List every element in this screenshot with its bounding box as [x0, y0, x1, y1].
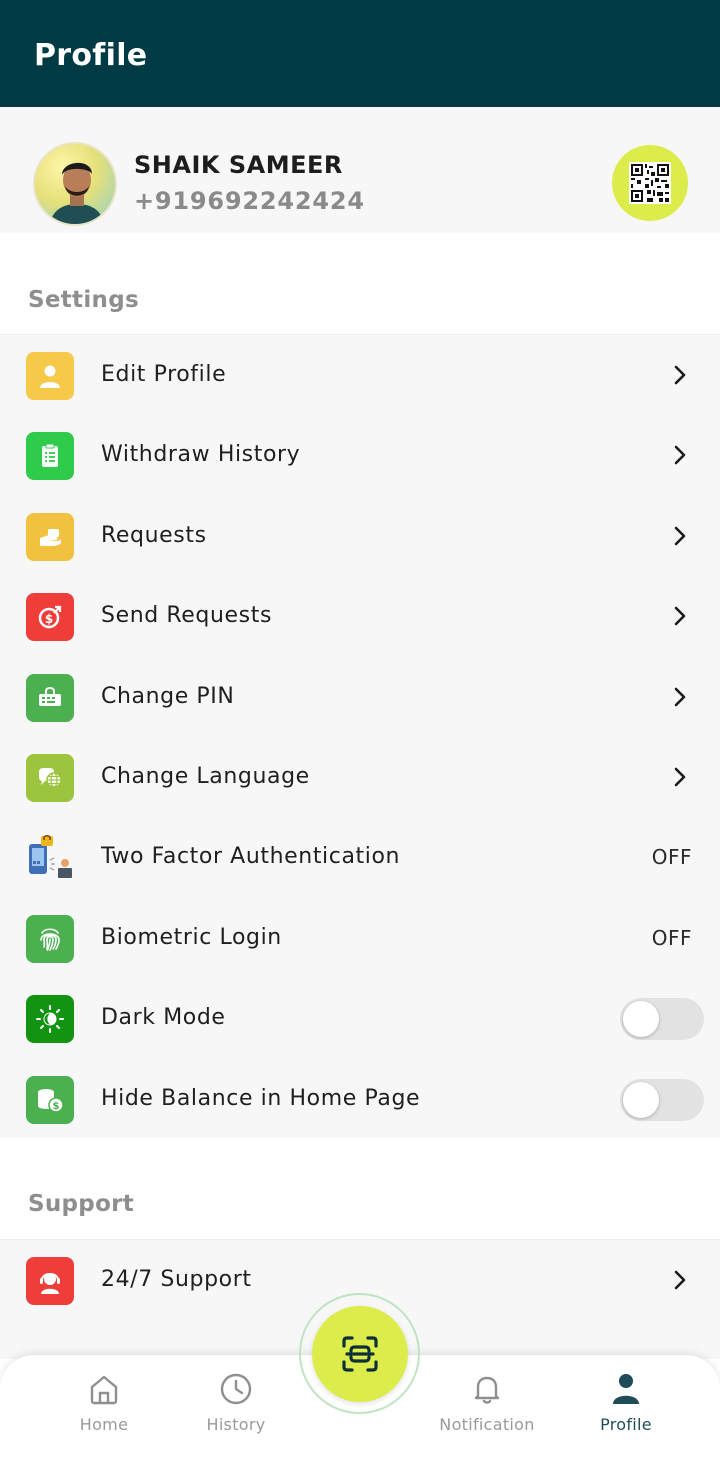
nav-label: History — [206, 1415, 266, 1434]
settings-section-label: Settings — [28, 287, 139, 313]
user-icon — [26, 352, 74, 400]
settings-item-label: Requests — [101, 522, 207, 548]
settings-item-requests[interactable]: Requests — [0, 496, 720, 576]
two-factor-icon — [26, 834, 74, 882]
send-money-icon: $ — [26, 593, 74, 642]
dark-mode-icon — [26, 995, 74, 1044]
settings-item-biometric-login[interactable]: Biometric Login OFF — [0, 898, 720, 978]
chevron-right-icon — [674, 1270, 686, 1290]
profile-icon — [613, 1374, 639, 1404]
chevron-right-icon — [674, 446, 686, 465]
request-hand-icon — [26, 512, 74, 561]
checklist-icon — [26, 432, 74, 481]
app-bar: Profile — [0, 0, 720, 107]
settings-item-label: Change PIN — [101, 683, 235, 709]
settings-item-label: Hide Balance in Home Page — [101, 1085, 421, 1111]
bell-icon — [474, 1376, 500, 1404]
avatar[interactable] — [33, 142, 117, 226]
settings-item-two-factor-authentication[interactable]: Two Factor Authentication OFF — [0, 817, 720, 897]
language-globe-icon — [26, 753, 74, 802]
svg-text:$: $ — [45, 612, 53, 626]
settings-item-label: Withdraw History — [101, 442, 301, 468]
chevron-right-icon — [674, 606, 686, 626]
support-agent-icon — [26, 1257, 74, 1305]
chevron-right-icon — [674, 526, 686, 546]
coins-icon: $ — [26, 1075, 74, 1124]
settings-item-label: Edit Profile — [101, 362, 227, 387]
clock-icon — [220, 1373, 252, 1405]
svg-text:$: $ — [53, 1101, 60, 1112]
fingerprint-icon — [26, 914, 74, 963]
chevron-right-icon — [674, 687, 686, 706]
nav-label: Notification — [439, 1415, 535, 1434]
settings-item-dark-mode[interactable]: Dark Mode — [0, 978, 720, 1058]
status-value: OFF — [651, 845, 692, 870]
qr-code-button[interactable] — [612, 145, 688, 221]
settings-item-change-pin[interactable]: Change PIN — [0, 657, 720, 737]
chevron-right-icon — [674, 365, 686, 385]
toggle-knob — [623, 1081, 659, 1118]
pin-keypad-icon — [26, 673, 74, 722]
toggle-knob — [623, 1001, 659, 1038]
nav-label: Home — [79, 1415, 129, 1434]
nav-profile[interactable]: Profile — [566, 1371, 686, 1434]
support-section-label: Support — [28, 1191, 135, 1217]
nav-history[interactable]: History — [176, 1371, 296, 1434]
settings-item-edit-profile[interactable]: Edit Profile — [0, 335, 720, 415]
hide-balance-toggle[interactable] — [620, 1078, 704, 1121]
settings-item-label: Biometric Login — [101, 924, 282, 950]
settings-item-hide-balance[interactable]: $ Hide Balance in Home Page — [0, 1059, 720, 1139]
settings-list: Edit Profile Withdraw History Requests $… — [0, 334, 720, 1138]
nav-home[interactable]: Home — [44, 1371, 164, 1434]
user-name: SHAIK SAMEER — [134, 151, 343, 179]
settings-item-label: Two Factor Authentication — [101, 844, 401, 870]
scan-icon — [342, 1336, 378, 1372]
profile-card[interactable]: SHAIK SAMEER +919692242424 — [0, 107, 720, 233]
chevron-right-icon — [674, 767, 686, 787]
settings-item-label: Send Requests — [101, 603, 273, 629]
nav-label: Profile — [600, 1415, 652, 1434]
settings-item-send-requests[interactable]: $ Send Requests — [0, 576, 720, 656]
qr-code-icon — [629, 162, 671, 204]
nav-notification[interactable]: Notification — [427, 1371, 547, 1434]
home-icon — [90, 1375, 118, 1405]
dark-mode-toggle[interactable] — [620, 998, 704, 1041]
scan-button[interactable] — [312, 1306, 408, 1402]
settings-item-label: Change Language — [101, 763, 310, 789]
settings-item-withdraw-history[interactable]: Withdraw History — [0, 415, 720, 495]
page-title: Profile — [34, 38, 148, 73]
settings-item-label: 24/7 Support — [101, 1267, 252, 1292]
status-value: OFF — [651, 925, 692, 950]
settings-item-change-language[interactable]: Change Language — [0, 737, 720, 817]
settings-item-label: Dark Mode — [101, 1005, 226, 1031]
user-phone: +919692242424 — [134, 187, 365, 215]
